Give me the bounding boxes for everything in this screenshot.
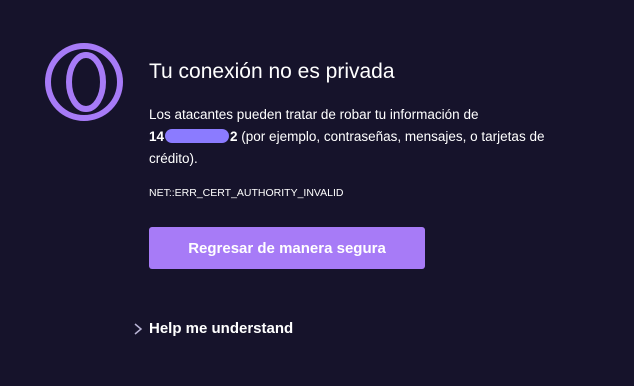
help-me-understand-link[interactable]: Help me understand	[133, 320, 293, 337]
help-link-label: Help me understand	[149, 320, 294, 337]
host-name-start: 14	[149, 129, 165, 144]
host-name-end: 2	[230, 129, 238, 144]
error-description: Los atacantes pueden tratar de robar tu …	[149, 104, 569, 170]
redaction-mark	[165, 129, 230, 143]
page-title: Tu conexión no es privada	[149, 60, 395, 83]
back-to-safety-button[interactable]: Regresar de manera segura	[149, 227, 425, 269]
description-prefix: Los atacantes pueden tratar de robar tu …	[149, 107, 479, 122]
error-code: NET::ERR_CERT_AUTHORITY_INVALID	[149, 187, 344, 199]
chevron-right-icon	[134, 322, 143, 335]
opera-gx-logo-icon	[45, 43, 123, 121]
interstitial-page: Tu conexión no es privada Los atacantes …	[0, 0, 634, 386]
host-name: 14 2	[149, 129, 238, 144]
